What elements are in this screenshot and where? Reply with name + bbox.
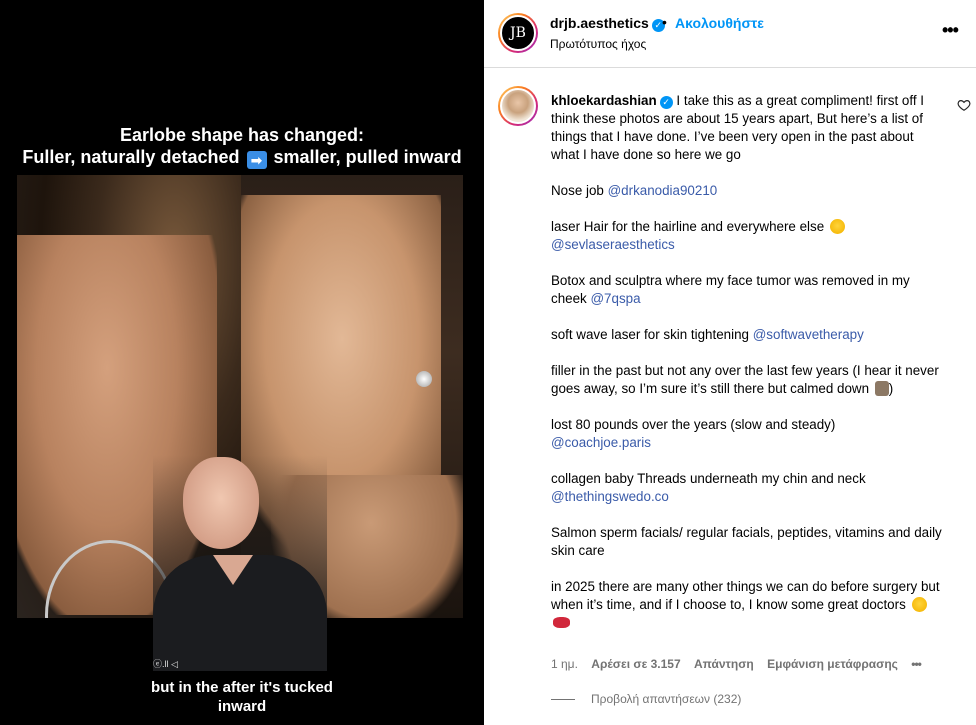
video-watermark: ⓔ.ll ◁ <box>153 659 178 669</box>
more-horizontal-icon[interactable]: ••• <box>942 20 959 41</box>
comment-options-icon[interactable]: ••• <box>911 657 922 671</box>
caption-top-line-2: Fuller, naturally detached ➡ smaller, pu… <box>22 147 462 169</box>
mention-link[interactable]: @softwavetherapy <box>753 327 864 342</box>
see-translation-button[interactable]: Εμφάνιση μετάφρασης <box>767 657 898 671</box>
reel-video[interactable]: Earlobe shape has changed: Fuller, natur… <box>0 0 484 725</box>
follow-button[interactable]: Ακολουθήστε <box>675 15 764 31</box>
reply-button[interactable]: Απάντηση <box>694 657 754 671</box>
mention-link[interactable]: @drkanodia90210 <box>608 183 718 198</box>
mention-link[interactable]: @coachjoe.paris <box>551 435 651 450</box>
wink-emoji-icon <box>911 597 927 612</box>
video-caption-bottom: but in the after it's tucked inward <box>0 678 484 716</box>
comment-age: 1 ημ. <box>551 657 578 671</box>
presenter-overlay <box>153 455 327 671</box>
comment-meta-row: 1 ημ. Αρέσει σε 3.157 Απάντηση Εμφάνιση … <box>551 657 931 671</box>
original-audio-link[interactable]: Πρωτότυπος ήχος <box>550 37 646 51</box>
separator-dot: • <box>662 14 667 30</box>
mention-link[interactable]: @sevlaseraesthetics <box>551 237 675 252</box>
praying-hands-emoji-icon <box>874 381 889 396</box>
heart-outline-icon[interactable] <box>957 98 971 112</box>
author-avatar[interactable]: JB <box>498 13 538 53</box>
author-avatar-monogram: JB <box>500 15 536 51</box>
mention-link[interactable]: @7qspa <box>590 291 640 306</box>
likes-count[interactable]: Αρέσει σε 3.157 <box>591 657 680 671</box>
caption-top-line-1: Earlobe shape has changed: <box>119 125 365 145</box>
commenter-avatar[interactable] <box>498 86 538 126</box>
post-header: JB drjb.aesthetics ✓ • Ακολουθήστε Πρωτότ… <box>484 0 976 68</box>
smirk-emoji-icon <box>829 219 845 234</box>
caption-bottom-line-2: inward <box>217 698 267 715</box>
kiss-lips-emoji-icon <box>553 617 570 628</box>
caption-bottom-line-1: but in the after it's tucked <box>151 679 333 696</box>
right-arrow-icon: ➡ <box>246 151 267 169</box>
mention-link[interactable]: @thethingswedo.co <box>551 489 669 504</box>
video-caption-top: Earlobe shape has changed: Fuller, natur… <box>0 124 484 169</box>
stud-earring <box>416 371 432 387</box>
author-username[interactable]: drjb.aesthetics ✓ <box>550 15 665 32</box>
post-side-panel: JB drjb.aesthetics ✓ • Ακολουθήστε Πρωτότ… <box>484 0 976 725</box>
replies-divider-line <box>551 699 575 700</box>
view-replies-button[interactable]: Προβολή απαντήσεων (232) <box>551 692 741 706</box>
commenter-username[interactable]: khloekardashian <box>551 93 657 108</box>
verified-badge-icon: ✓ <box>659 96 673 109</box>
comment-text: khloekardashian ✓ I take this as a great … <box>551 92 943 632</box>
